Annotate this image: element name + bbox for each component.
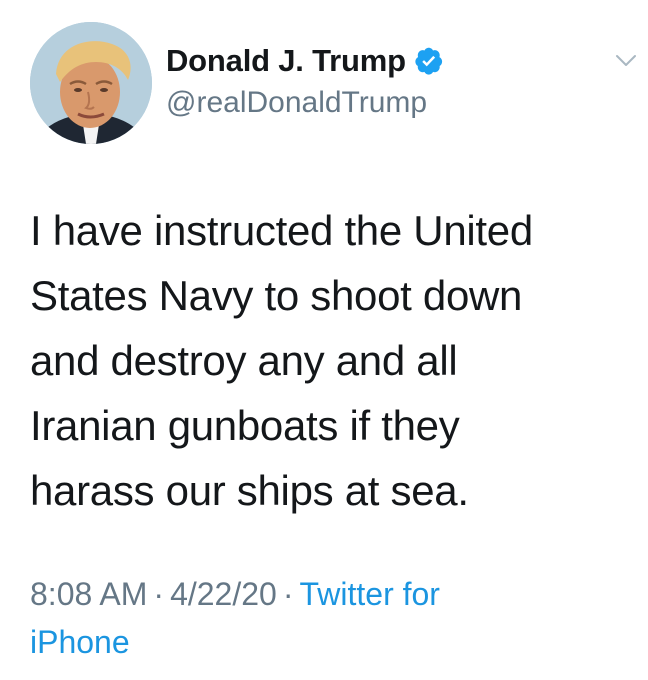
avatar-image [30, 22, 152, 144]
tweet-card: Donald J. Trump @realDonaldTrump I have … [0, 0, 648, 680]
tweet-date[interactable]: 4/22/20 [170, 576, 277, 612]
chevron-down-icon[interactable] [614, 52, 638, 70]
tweet-meta: 8:08 AM · 4/22/20 · Twitter for iPhone [30, 570, 630, 666]
author-name-row: Donald J. Trump [166, 42, 444, 80]
tweet-text-line: and destroy any and all [30, 337, 458, 384]
tweet-text-line: I have instructed the United [30, 207, 533, 254]
tweet-text-line: Iranian gunboats if they [30, 402, 460, 449]
meta-separator: · [153, 576, 165, 612]
author-handle[interactable]: @realDonaldTrump [166, 86, 427, 120]
tweet-source-link[interactable]: Twitter for [299, 576, 439, 612]
meta-separator: · [282, 576, 294, 612]
tweet-text-line: harass our ships at sea. [30, 467, 469, 514]
tweet-source-link-continued[interactable]: iPhone [30, 618, 630, 666]
tweet-text: I have instructed the United States Navy… [30, 198, 630, 523]
avatar[interactable] [30, 22, 152, 144]
verified-badge-icon [414, 46, 444, 76]
tweet-text-line: States Navy to shoot down [30, 272, 523, 319]
tweet-meta-line: 8:08 AM · 4/22/20 · Twitter for [30, 570, 630, 618]
display-name[interactable]: Donald J. Trump [166, 43, 406, 79]
tweet-time[interactable]: 8:08 AM [30, 576, 147, 612]
